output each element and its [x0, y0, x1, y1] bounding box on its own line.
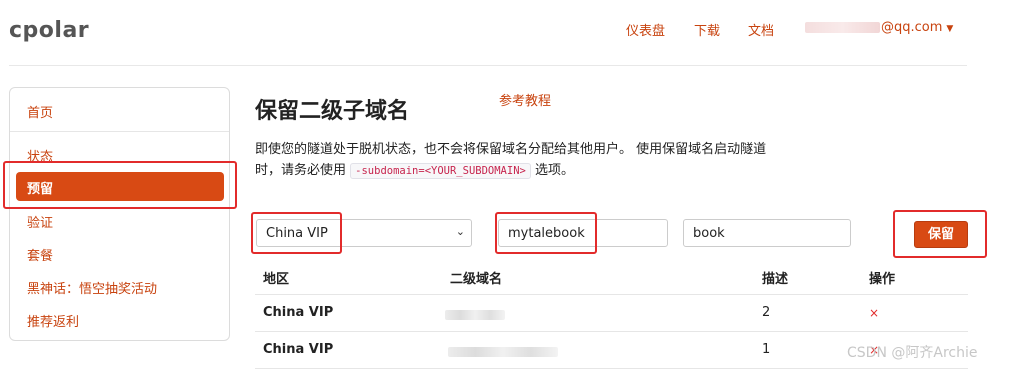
page-description: 即使您的隧道处于脱机状态，也不会将保留域名分配给其他用户。 使用保留域名启动隧道…	[255, 139, 815, 182]
sidebar-item-reserved[interactable]: 预留	[16, 172, 224, 201]
user-menu[interactable]: @qq.com ▼	[805, 20, 953, 35]
redacted-subdomain	[445, 310, 505, 320]
region-select[interactable]: China VIP ⌄	[256, 219, 472, 247]
region-select-value: China VIP	[266, 226, 328, 241]
column-header-region: 地区	[263, 272, 290, 287]
sidebar-item-home[interactable]: 首页	[27, 102, 53, 121]
column-header-description: 描述	[762, 272, 789, 287]
sidebar: 首页 状态 预留 验证 套餐 黑神话：悟空抽奖活动 推荐返利	[9, 87, 230, 341]
sidebar-divider	[10, 131, 229, 132]
sidebar-item-plans[interactable]: 套餐	[27, 245, 53, 264]
nav-download[interactable]: 下载	[694, 20, 720, 39]
user-email-suffix: @qq.com	[881, 20, 943, 35]
sidebar-item-label: 预留	[27, 182, 54, 197]
description-line2-prefix: 时，请务必使用	[255, 163, 347, 178]
reserve-button[interactable]: 保留	[914, 221, 968, 248]
subdomain-flag-code: -subdomain=<YOUR_SUBDOMAIN>	[350, 163, 531, 179]
sidebar-item-referral[interactable]: 推荐返利	[27, 311, 79, 330]
header-divider	[9, 65, 967, 66]
description-line2-suffix: 选项。	[534, 163, 574, 178]
page-title: 保留二级子域名	[255, 99, 410, 124]
watermark: CSDN @阿齐Archie	[847, 345, 978, 361]
nav-dashboard[interactable]: 仪表盘	[626, 20, 665, 39]
sidebar-item-auth[interactable]: 验证	[27, 212, 53, 231]
brand-logo[interactable]: cpolar	[9, 18, 89, 43]
redacted-email	[805, 22, 880, 33]
delete-icon[interactable]: ×	[869, 306, 879, 320]
column-header-subdomain: 二级域名	[450, 272, 503, 287]
row-description: 2	[762, 305, 771, 320]
table-divider	[255, 331, 968, 332]
column-header-actions: 操作	[869, 272, 896, 287]
table-divider	[255, 294, 968, 295]
row-region: China VIP	[263, 342, 334, 357]
row-region: China VIP	[263, 305, 334, 320]
redacted-subdomain	[448, 347, 558, 357]
description-input[interactable]: book	[683, 219, 851, 247]
row-description: 1	[762, 342, 771, 357]
description-line1: 即使您的隧道处于脱机状态，也不会将保留域名分配给其他用户。 使用保留域名启动隧道	[255, 142, 767, 157]
subdomain-input[interactable]: mytalebook	[498, 219, 668, 247]
sidebar-item-status[interactable]: 状态	[27, 146, 53, 165]
caret-down-icon: ▼	[946, 24, 954, 34]
sidebar-item-promo[interactable]: 黑神话：悟空抽奖活动	[27, 278, 157, 297]
nav-docs[interactable]: 文档	[748, 20, 774, 39]
tutorial-link[interactable]: 参考教程	[499, 90, 551, 109]
chevron-down-icon: ⌄	[455, 225, 465, 238]
